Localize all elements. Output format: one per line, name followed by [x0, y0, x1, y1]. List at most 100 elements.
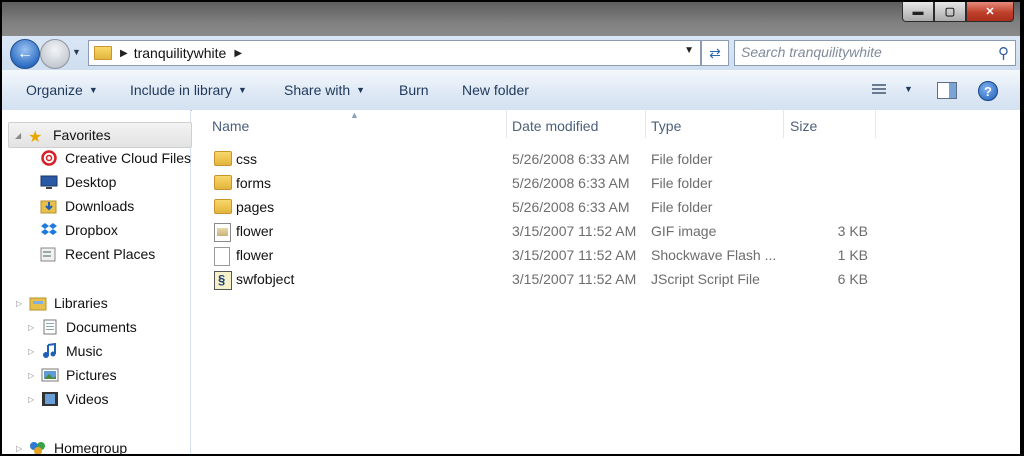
file-size: 6 KB: [837, 271, 868, 287]
breadcrumb-separator-icon[interactable]: ▶: [120, 48, 128, 59]
file-date: 5/26/2008 6:33 AM: [512, 199, 630, 215]
back-button[interactable]: ←: [10, 39, 40, 69]
column-header-size[interactable]: Size: [790, 118, 817, 134]
chevron-down-icon: ▼: [88, 85, 98, 95]
sort-ascending-icon: ▲: [350, 110, 359, 120]
folder-icon: [94, 46, 112, 60]
file-row[interactable]: pages 5/26/2008 6:33 AM File folder: [192, 195, 892, 219]
chevron-down-icon: ▼: [237, 85, 247, 95]
expand-triangle-icon[interactable]: ▷: [28, 347, 36, 356]
share-with-label: Share with: [284, 82, 351, 98]
expand-triangle-icon[interactable]: ▷: [16, 444, 24, 453]
refresh-button[interactable]: ⇄: [701, 40, 729, 66]
file-row[interactable]: flower 3/15/2007 11:52 AM Shockwave Flas…: [192, 243, 892, 267]
pictures-icon: [41, 367, 59, 383]
column-divider[interactable]: [645, 110, 646, 138]
file-date: 5/26/2008 6:33 AM: [512, 151, 630, 167]
preview-pane-icon[interactable]: [937, 82, 957, 99]
nav-item-downloads[interactable]: Downloads: [40, 194, 134, 218]
videos-icon: [41, 391, 59, 407]
documents-icon: [41, 319, 59, 335]
file-type: GIF image: [651, 223, 717, 239]
expand-triangle-icon[interactable]: ▷: [16, 299, 24, 308]
nav-item-music[interactable]: ▷ Music: [28, 339, 103, 363]
file-type: File folder: [651, 199, 713, 215]
file-row[interactable]: css 5/26/2008 6:33 AM File folder: [192, 147, 892, 171]
search-box[interactable]: ⚲: [734, 40, 1016, 66]
share-with-button[interactable]: Share with ▼: [284, 82, 365, 98]
file-row[interactable]: forms 5/26/2008 6:33 AM File folder: [192, 171, 892, 195]
file-size: 3 KB: [837, 223, 868, 239]
recent-pages-dropdown[interactable]: ▼: [72, 47, 81, 57]
include-in-library-button[interactable]: Include in library ▼: [130, 82, 247, 98]
file-type: File folder: [651, 151, 713, 167]
libraries-icon: [29, 295, 47, 311]
search-input[interactable]: [741, 41, 981, 63]
expand-triangle-icon[interactable]: ▷: [28, 323, 36, 332]
music-icon: [41, 342, 59, 359]
address-dropdown-icon[interactable]: ▼: [684, 45, 694, 56]
new-folder-button[interactable]: New folder: [462, 82, 529, 98]
nav-item-recent-places[interactable]: Recent Places: [40, 242, 155, 266]
include-in-library-label: Include in library: [130, 82, 232, 98]
view-options-dropdown-icon[interactable]: ▼: [904, 84, 913, 94]
nav-item-label: Creative Cloud Files: [65, 150, 192, 166]
nav-homegroup[interactable]: ▷ Homegroup: [16, 436, 127, 454]
folder-icon: [214, 151, 232, 166]
file-date: 3/15/2007 11:52 AM: [512, 223, 637, 239]
file-row[interactable]: flower 3/15/2007 11:52 AM GIF image 3 KB: [192, 219, 892, 243]
maximize-button[interactable]: ▢: [934, 2, 966, 22]
downloads-icon: [40, 198, 58, 214]
forward-button[interactable]: →: [40, 39, 70, 69]
back-arrow-icon: ←: [17, 45, 33, 62]
breadcrumb-item[interactable]: tranquilitywhite: [134, 45, 227, 61]
minimize-button[interactable]: ▬: [902, 2, 934, 22]
close-button[interactable]: ✕: [966, 2, 1014, 22]
column-divider[interactable]: [506, 110, 507, 138]
explorer-window: ▬ ▢ ✕ ← → ▼ ▶ tranquilitywhite ▶ ▼ ⇄ ⚲ O…: [2, 2, 1020, 454]
address-bar[interactable]: ▶ tranquilitywhite ▶ ▼: [88, 40, 701, 66]
folder-icon: [214, 199, 232, 214]
title-bar: ▬ ▢ ✕: [2, 2, 1020, 36]
column-divider[interactable]: [875, 110, 876, 138]
swf-file-icon: [214, 247, 230, 266]
file-name: css: [236, 151, 257, 167]
column-divider[interactable]: [783, 110, 784, 138]
nav-item-dropbox[interactable]: Dropbox: [40, 218, 118, 242]
navigation-pane: ◢ ★ Favorites Creative Cloud Files Deskt…: [2, 110, 192, 454]
file-row[interactable]: swfobject 3/15/2007 11:52 AM JScript Scr…: [192, 267, 892, 291]
creative-cloud-icon: [40, 150, 58, 166]
nav-libraries[interactable]: ▷ Libraries: [16, 291, 108, 315]
collapse-triangle-icon[interactable]: ◢: [15, 131, 23, 140]
column-header-type[interactable]: Type: [651, 118, 681, 134]
organize-button[interactable]: Organize ▼: [26, 82, 98, 98]
nav-item-desktop[interactable]: Desktop: [40, 170, 116, 194]
file-date: 5/26/2008 6:33 AM: [512, 175, 630, 191]
homegroup-icon: [29, 440, 47, 454]
help-icon[interactable]: ?: [978, 81, 998, 101]
breadcrumb-separator-icon[interactable]: ▶: [234, 48, 242, 59]
file-type: File folder: [651, 175, 713, 191]
file-name: flower: [236, 223, 274, 239]
nav-item-pictures[interactable]: ▷ Pictures: [28, 363, 117, 387]
nav-favorites[interactable]: ◢ ★ Favorites: [8, 122, 192, 148]
search-icon[interactable]: ⚲: [998, 44, 1009, 62]
expand-triangle-icon[interactable]: ▷: [28, 395, 36, 404]
file-name: swfobject: [236, 271, 295, 287]
burn-button[interactable]: Burn: [399, 82, 429, 98]
recent-places-icon: [40, 246, 58, 262]
change-view-icon[interactable]: [872, 82, 890, 96]
nav-item-creative-cloud[interactable]: Creative Cloud Files: [40, 146, 191, 170]
nav-item-documents[interactable]: ▷ Documents: [28, 315, 137, 339]
chevron-down-icon: ▼: [356, 85, 366, 95]
column-header-name[interactable]: Name: [212, 118, 249, 134]
nav-libraries-label: Libraries: [54, 295, 108, 311]
column-header-date-modified[interactable]: Date modified: [512, 118, 598, 134]
nav-item-videos[interactable]: ▷ Videos: [28, 387, 109, 411]
expand-triangle-icon[interactable]: ▷: [28, 371, 36, 380]
nav-item-label: Recent Places: [65, 246, 156, 262]
forward-arrow-icon: →: [47, 45, 63, 62]
star-icon: ★: [28, 129, 43, 146]
file-size: 1 KB: [837, 247, 868, 263]
nav-item-label: Desktop: [65, 174, 117, 190]
